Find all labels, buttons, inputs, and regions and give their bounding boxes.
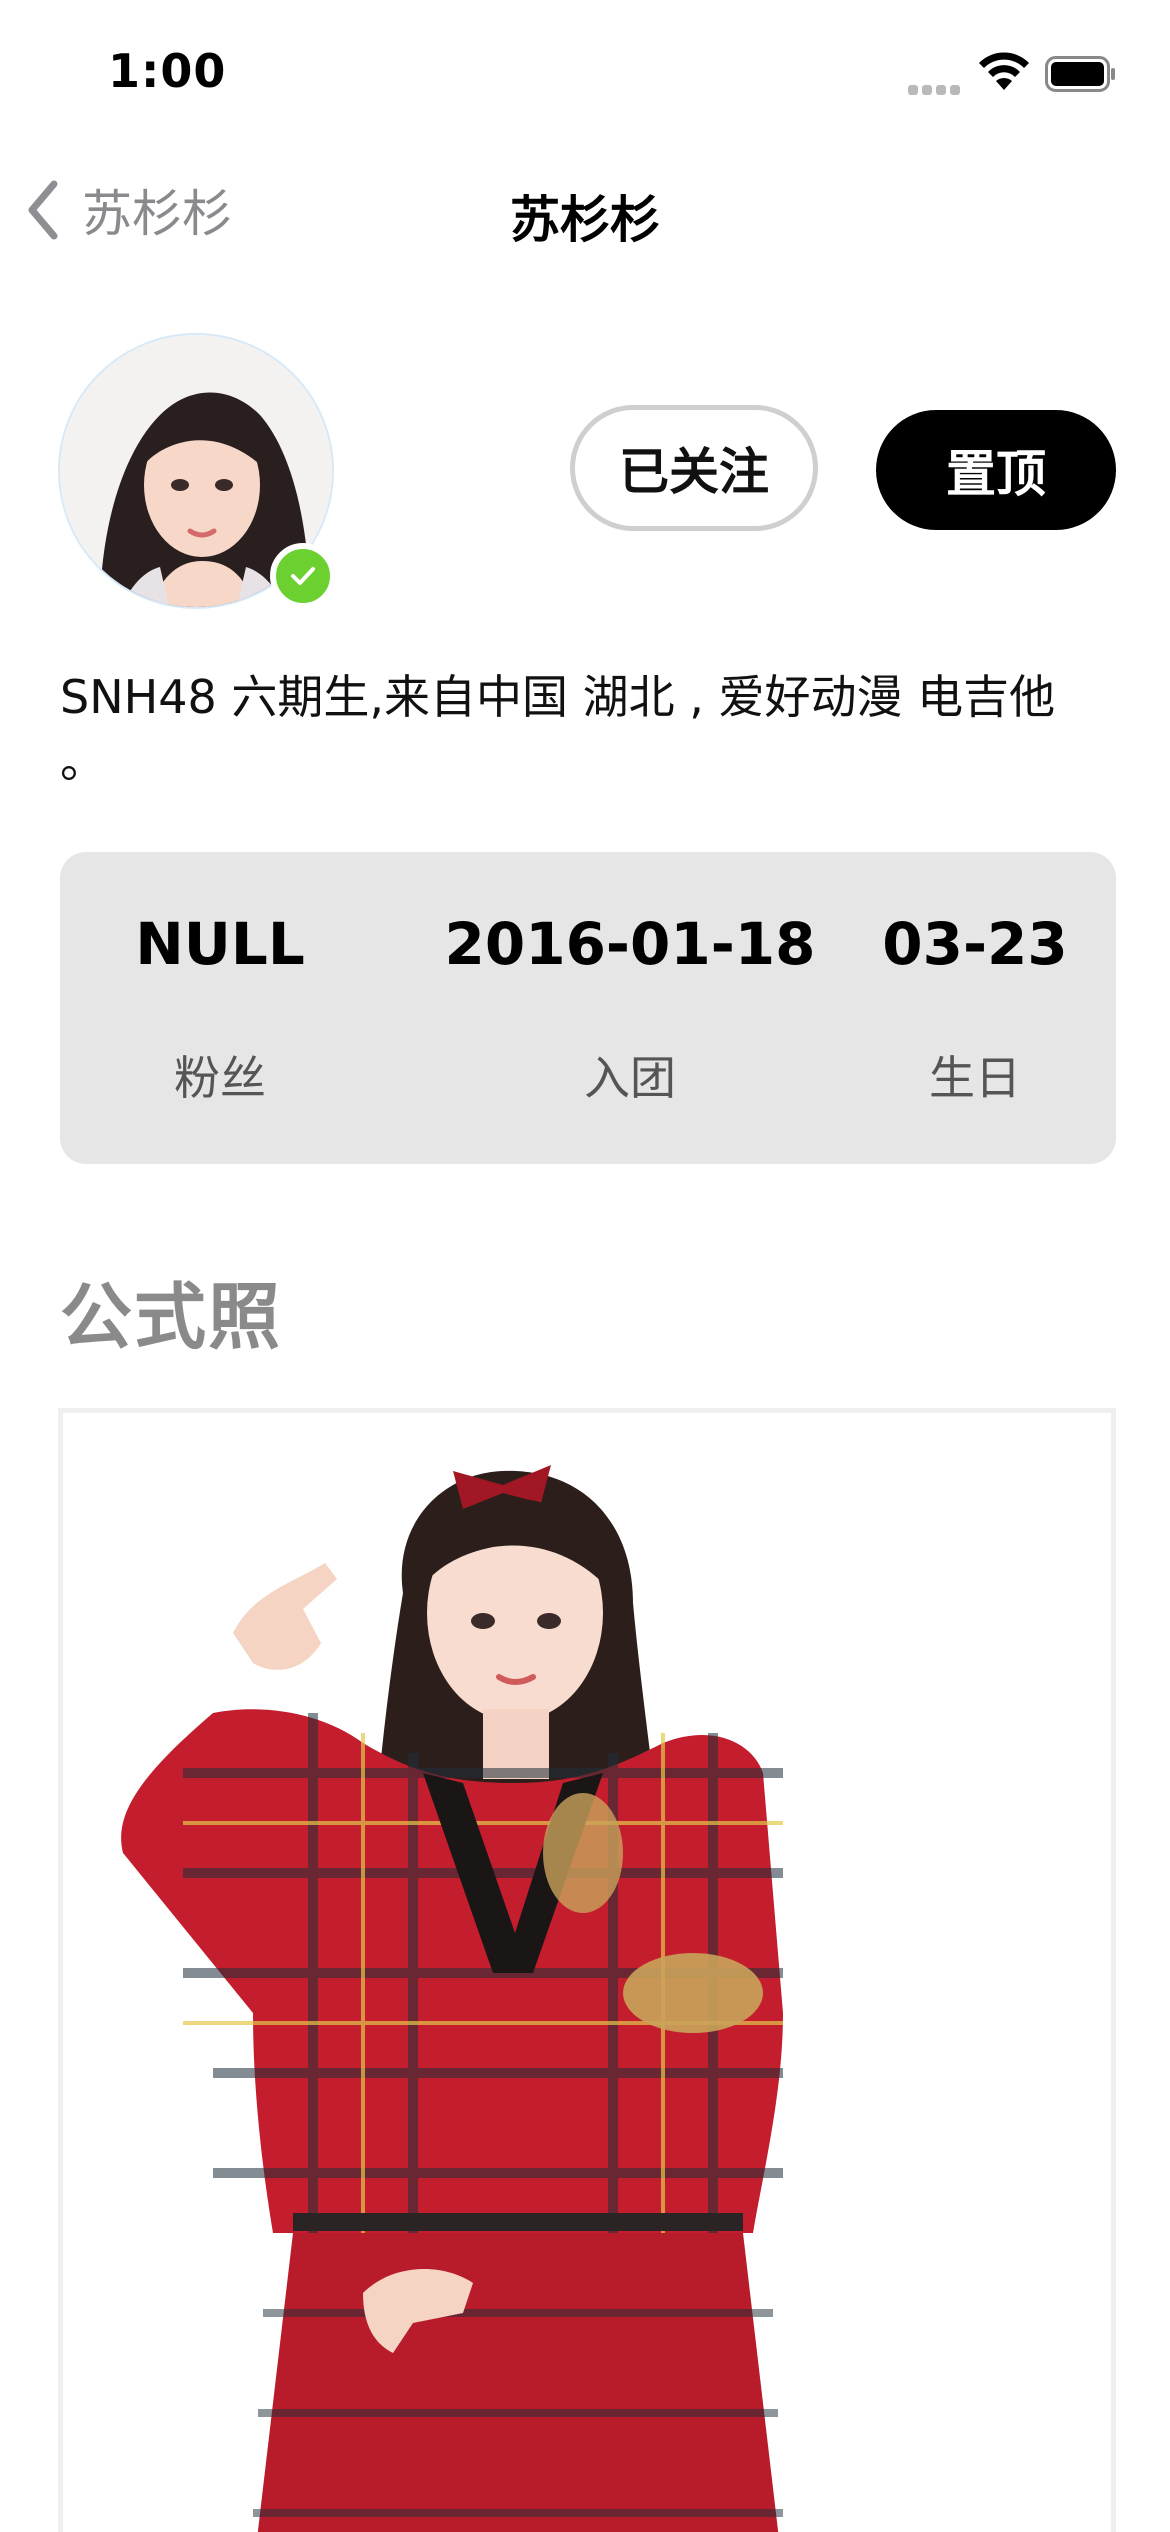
fans-count: NULL	[135, 910, 305, 978]
verified-badge	[270, 543, 336, 609]
avatar-container[interactable]	[58, 333, 336, 609]
official-photo-image	[63, 1413, 1111, 2532]
page-title: 苏杉杉	[510, 191, 660, 249]
stat-birthday: 03-23 生日	[850, 852, 1100, 1164]
wifi-icon	[979, 52, 1029, 90]
checkmark-icon	[291, 567, 315, 585]
join-date-label: 入团	[584, 1051, 676, 1105]
battery-icon	[1045, 56, 1115, 92]
official-photo-card[interactable]	[58, 1408, 1116, 2532]
stats-card: NULL 粉丝 2016-01-18 入团 03-23 生日	[60, 852, 1116, 1164]
cellular-signal-icon	[908, 80, 964, 95]
status-time: 1:00	[108, 44, 227, 98]
section-title-official-photo: 公式照	[60, 1275, 283, 1359]
follow-button[interactable]: 已关注	[570, 405, 818, 531]
fans-label: 粉丝	[174, 1051, 266, 1105]
birthday-label: 生日	[929, 1051, 1021, 1105]
pin-to-top-button[interactable]: 置顶	[876, 410, 1116, 530]
status-bar: 1:00	[0, 0, 1170, 145]
stat-fans: NULL 粉丝	[100, 852, 340, 1164]
join-date-value: 2016-01-18	[444, 910, 816, 978]
navigation-bar: 苏杉杉 苏杉杉	[0, 150, 1170, 270]
birthday-value: 03-23	[882, 910, 1068, 978]
member-bio: SNH48 六期生,来自中国 湖北 , 爱好动漫 电吉他 。	[60, 670, 1056, 788]
stat-join-date: 2016-01-18 入团	[360, 852, 900, 1164]
member-profile-screen: 1:00 苏杉杉 苏杉杉 已关注 置顶 SNH48 六期生,来自中国 湖北 , …	[0, 0, 1170, 2532]
